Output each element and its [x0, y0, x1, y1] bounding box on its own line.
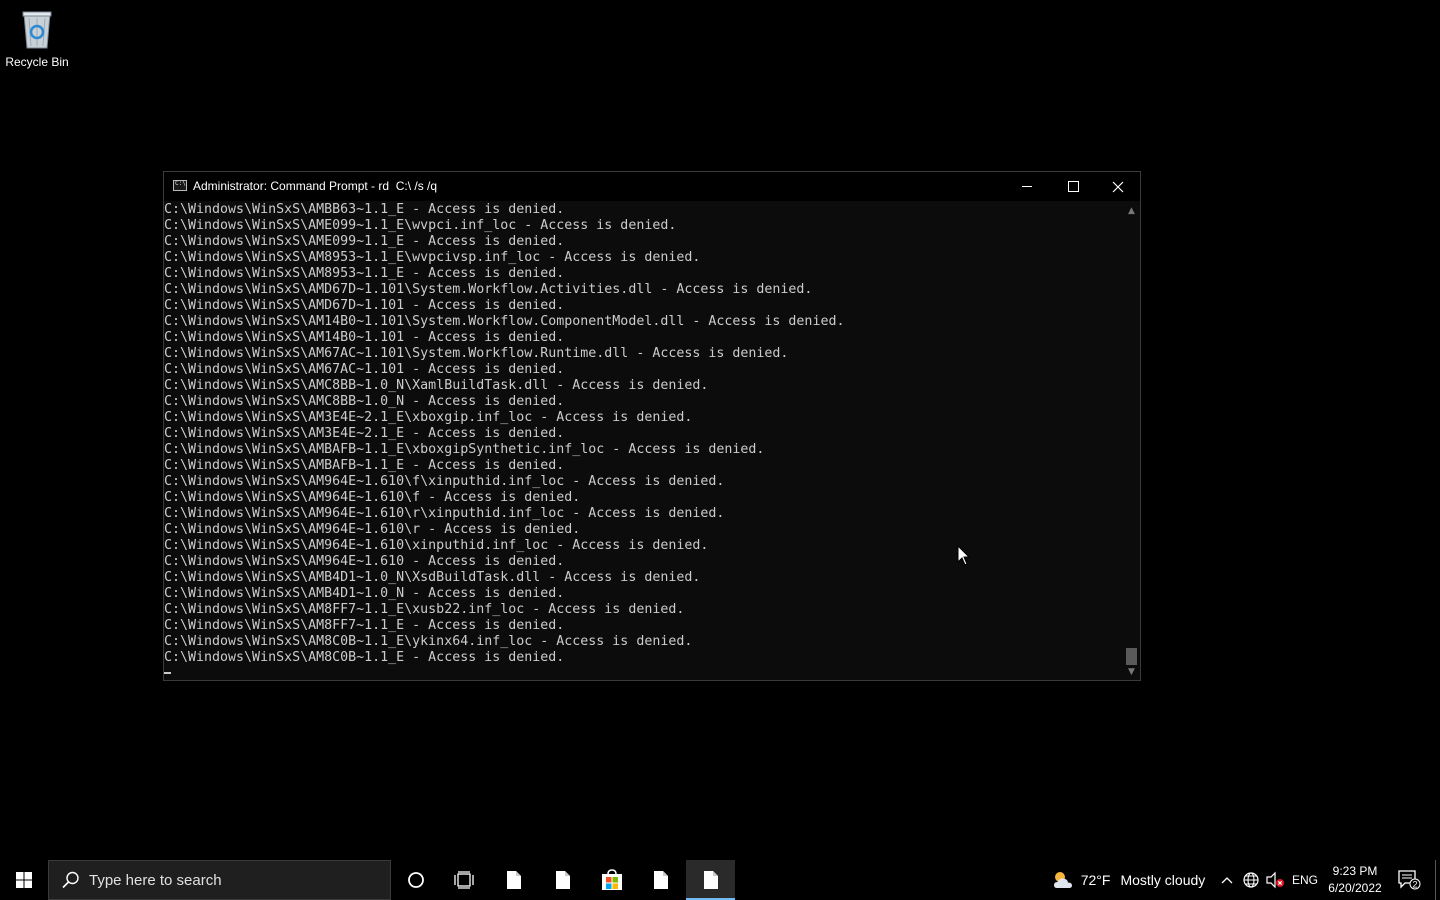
chevron-up-icon — [1221, 877, 1233, 884]
taskbar-search-box[interactable] — [48, 860, 391, 900]
file-icon — [653, 871, 668, 889]
console-line: C:\Windows\WinSxS\AM3E4E~2.1_E\xboxgip.i… — [164, 410, 693, 425]
notification-count: 2 — [1412, 880, 1417, 890]
console-line: C:\Windows\WinSxS\AM3E4E~2.1_E - Access … — [164, 426, 565, 441]
microsoft-store-icon — [601, 869, 622, 890]
maximize-icon — [1067, 181, 1079, 192]
file-icon — [703, 871, 718, 889]
command-prompt-icon — [173, 180, 187, 191]
show-hidden-icons-button[interactable] — [1216, 860, 1238, 900]
console-line: C:\Windows\WinSxS\AME099~1.1_E\wvpci.inf… — [164, 218, 677, 233]
recycle-bin-icon — [22, 11, 52, 49]
input-language-indicator[interactable]: ENG — [1290, 860, 1320, 900]
close-button[interactable] — [1095, 172, 1141, 201]
console-line: C:\Windows\WinSxS\AMBAFB~1.1_E - Access … — [164, 458, 565, 473]
show-desktop-button[interactable] — [1435, 860, 1436, 900]
taskbar-app-file-1[interactable] — [489, 860, 538, 900]
recycle-bin-desktop-icon[interactable]: Recycle Bin — [4, 6, 70, 69]
mouse-pointer-icon — [957, 545, 971, 566]
console-line: C:\Windows\WinSxS\AM14B0~1.101\System.Wo… — [164, 314, 845, 329]
console-line: C:\Windows\WinSxS\AM67AC~1.101\System.Wo… — [164, 346, 789, 361]
console-line: C:\Windows\WinSxS\AMD67D~1.101\System.Wo… — [164, 282, 813, 297]
console-line: C:\Windows\WinSxS\AMB4D1~1.0_N\XsdBuildT… — [164, 570, 701, 585]
volume-muted-icon — [1266, 871, 1284, 889]
cortana-button[interactable] — [392, 860, 440, 900]
window-titlebar[interactable]: Administrator: Command Prompt - rd C:\ /… — [164, 172, 1140, 201]
console-line: C:\Windows\WinSxS\AM964E~1.610\xinputhid… — [164, 538, 709, 553]
console-line: C:\Windows\WinSxS\AM964E~1.610\r - Acces… — [164, 522, 581, 537]
console-line: C:\Windows\WinSxS\AME099~1.1_E - Access … — [164, 234, 565, 249]
scroll-up-arrow-icon[interactable]: ▲ — [1123, 202, 1140, 219]
text-cursor — [164, 672, 171, 674]
taskbar-app-store[interactable] — [587, 860, 636, 900]
minimize-icon — [1022, 186, 1032, 187]
console-line: C:\Windows\WinSxS\AMBB63~1.1_E - Access … — [164, 202, 565, 217]
start-button[interactable] — [0, 860, 48, 900]
network-button[interactable] — [1240, 860, 1262, 900]
console-output[interactable]: C:\Windows\WinSxS\AMBB63~1.1_E - Access … — [164, 202, 1122, 680]
scroll-down-arrow-icon[interactable]: ▼ — [1123, 663, 1140, 680]
weather-condition: Mostly cloudy — [1120, 872, 1206, 888]
vertical-scrollbar[interactable]: ▲ ▼ — [1123, 202, 1140, 680]
notification-icon: 2 — [1398, 870, 1421, 890]
close-icon — [1112, 181, 1124, 192]
taskbar: 72°F Mostly cloudy ENG 9:23 PM 6/20/2022… — [0, 860, 1440, 900]
console-line: C:\Windows\WinSxS\AM8C0B~1.1_E - Access … — [164, 650, 565, 665]
recycle-bin-label: Recycle Bin — [5, 55, 69, 69]
console-line: C:\Windows\WinSxS\AMC8BB~1.0_N\XamlBuild… — [164, 378, 709, 393]
console-line: C:\Windows\WinSxS\AM964E~1.610\f - Acces… — [164, 490, 581, 505]
taskbar-app-file-3[interactable] — [636, 860, 685, 900]
command-prompt-window[interactable]: Administrator: Command Prompt - rd C:\ /… — [163, 171, 1141, 681]
console-line: C:\Windows\WinSxS\AM8C0B~1.1_E\ykinx64.i… — [164, 634, 693, 649]
clock-date: 6/20/2022 — [1328, 881, 1382, 895]
cortana-circle-icon — [408, 872, 424, 888]
minimize-button[interactable] — [1004, 172, 1050, 201]
task-view-icon — [454, 871, 474, 889]
console-line: C:\Windows\WinSxS\AM8FF7~1.1_E\xusb22.in… — [164, 602, 685, 617]
maximize-button[interactable] — [1050, 172, 1096, 201]
volume-button[interactable] — [1263, 860, 1287, 900]
partly-cloudy-icon — [1053, 872, 1072, 888]
weather-temperature: 72°F — [1080, 872, 1111, 888]
console-line: C:\Windows\WinSxS\AMD67D~1.101 - Access … — [164, 298, 565, 313]
task-view-button[interactable] — [440, 860, 488, 900]
file-icon — [506, 871, 521, 889]
console-line: C:\Windows\WinSxS\AMC8BB~1.0_N - Access … — [164, 394, 565, 409]
action-center-button[interactable]: 2 — [1392, 860, 1426, 900]
window-title: Administrator: Command Prompt - rd C:\ /… — [193, 179, 438, 193]
console-line: C:\Windows\WinSxS\AM8953~1.1_E - Access … — [164, 266, 565, 281]
taskbar-app-file-2[interactable] — [538, 860, 587, 900]
console-line: C:\Windows\WinSxS\AMBAFB~1.1_E\xboxgipSy… — [164, 442, 765, 457]
console-line: C:\Windows\WinSxS\AM8FF7~1.1_E - Access … — [164, 618, 565, 633]
console-line: C:\Windows\WinSxS\AM964E~1.610\r\xinputh… — [164, 506, 725, 521]
search-input[interactable] — [87, 870, 371, 890]
console-line: C:\Windows\WinSxS\AMB4D1~1.0_N - Access … — [164, 586, 565, 601]
globe-network-icon — [1243, 872, 1259, 888]
search-icon — [62, 871, 79, 889]
console-line: C:\Windows\WinSxS\AM964E~1.610\f\xinputh… — [164, 474, 725, 489]
weather-widget[interactable]: 72°F Mostly cloudy — [1046, 860, 1210, 900]
console-line: C:\Windows\WinSxS\AM14B0~1.101 - Access … — [164, 330, 565, 345]
file-icon — [555, 871, 570, 889]
console-line: C:\Windows\WinSxS\AM67AC~1.101 - Access … — [164, 362, 565, 377]
taskbar-app-file-active[interactable] — [686, 860, 735, 900]
console-line: C:\Windows\WinSxS\AM8953~1.1_E\wvpcivsp.… — [164, 250, 701, 265]
clock[interactable]: 9:23 PM 6/20/2022 — [1322, 860, 1388, 900]
clock-time: 9:23 PM — [1332, 864, 1378, 878]
windows-logo-icon — [16, 872, 32, 888]
console-line: C:\Windows\WinSxS\AM964E~1.610 - Access … — [164, 554, 565, 569]
